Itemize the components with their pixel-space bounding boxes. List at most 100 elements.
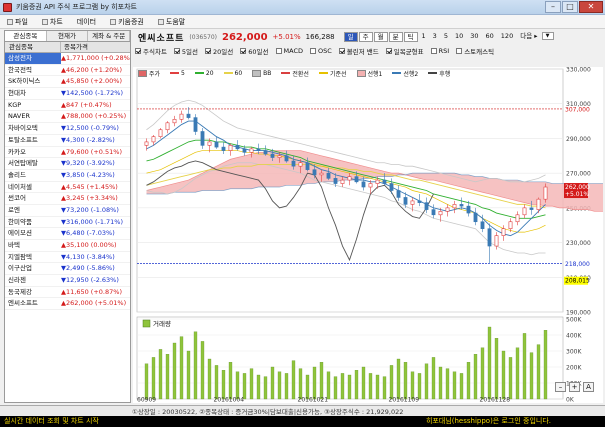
watchlist-row[interactable]: 이구산업 ▼2,490 (-5.86%) [5,263,130,276]
volume-bar [543,330,548,400]
indicator-label: 일목균형표 [393,48,424,56]
candle-body [424,202,429,210]
period-button[interactable]: 일 [343,32,358,42]
legend-swatch [428,72,438,74]
watchlist-row[interactable]: SK하이닉스 ▲45,850 (+2.00%) [5,76,130,89]
chart-icon [41,18,48,25]
watchlist-row[interactable]: 삼성전자 ▲1,771,000 (+0.28%) [5,53,130,65]
auto-scale-button[interactable]: A [583,382,594,392]
menu-chart[interactable]: 차트 [35,17,70,27]
watchlist-row[interactable]: 네이처셀 ▲4,545 (+1.45%) [5,182,130,194]
stock-name-cell: 차바이오텍 [8,124,38,133]
x-tick-label: 20161004 [214,397,245,404]
indicator-label: 주식차트 [143,48,167,56]
watchlist-row[interactable]: 지엘팜텍 ▼4,130 (-3.84%) [5,252,130,264]
watchlist-row[interactable]: 차바이오텍 ▼12,500 (-0.79%) [5,123,130,135]
indicator-checkbox[interactable]: MACD [275,47,303,55]
stock-price-cell: ▼12,950 (-2.63%) [61,276,119,285]
stock-price-cell: ▼73,200 (-1.08%) [61,205,119,214]
indicator-checkbox[interactable]: 20일선 [205,46,233,56]
maximize-button[interactable]: □ [562,1,578,13]
zoom-in-button[interactable]: + [569,382,580,392]
checkbox-icon [275,48,282,54]
minute-interval-button[interactable]: 5 [441,32,451,42]
minute-interval-button[interactable]: 30 [467,32,481,42]
stock-name-cell: 썬코어 [8,194,26,203]
stock-price-cell: ▲11,650 (+0.87%) [61,287,122,296]
status-message: 실시간 데이터 조회 및 차트 시작 [4,417,99,425]
indicator-checkbox[interactable]: 60일선 [240,46,269,56]
zoom-out-button[interactable]: – [555,382,566,392]
period-button[interactable]: 주 [358,32,373,42]
stock-price-cell: ▼4,130 (-3.84%) [61,252,115,261]
period-button[interactable]: 월 [373,32,388,42]
column-header-price[interactable]: 종목가격 [61,42,88,52]
legend-item: 5 [170,69,185,77]
watchlist-row[interactable]: 바텍 ▲35,100 (0.00%) [5,240,130,252]
candle-body [305,162,310,170]
indicator-checkbox[interactable]: OSC [309,47,332,55]
indicator-checkbox[interactable]: 5일선 [173,46,198,56]
period-button[interactable]: 틱 [403,32,418,42]
window-title: 키움증권 API 주식 프로그램 by 히포차트 [16,3,137,11]
indicator-checkbox[interactable]: 스토캐스틱 [456,46,494,56]
menu-kiwoom[interactable]: 키움증권 [103,17,151,27]
tab-current-price[interactable]: 현재가 [47,31,89,41]
volume-bar [403,362,408,400]
stock-name-cell: 이구산업 [8,264,32,273]
stock-price-cell: ▼2,490 (-5.86%) [61,264,115,273]
minute-interval-button[interactable]: 120 [498,32,516,42]
minute-interval-button[interactable]: 1 [419,32,429,42]
candle-body [494,235,499,247]
tab-watchlist[interactable]: 관심종목 [5,31,47,41]
volume-bar [354,370,359,400]
watchlist-row[interactable]: 한미약품 ▼316,000 (-1.71%) [5,217,130,229]
menu-file[interactable]: 파일 [0,17,35,27]
watchlist-row[interactable]: 로엔 ▼73,200 (-1.08%) [5,205,130,217]
minute-interval-button[interactable]: 10 [452,32,466,42]
period-button[interactable]: 분 [388,32,403,42]
column-header-name[interactable]: 관심종목 [5,42,61,52]
stock-name-cell: NAVER [8,112,30,121]
candle-body [270,153,275,158]
watchlist-row[interactable]: KGP ▲847 (+0.47%) [5,100,130,112]
x-tick-label: 20161128 [480,397,511,404]
indicator-checkbox[interactable]: 주식차트 [135,46,167,56]
watchlist-row[interactable]: 한국전력 ▲46,200 (+1.20%) [5,65,130,77]
indicator-checkbox[interactable]: 볼린저 밴드 [338,46,379,56]
candle-body [165,122,170,131]
stock-name-cell: 로엔 [8,205,20,214]
tab-account-order[interactable]: 계좌 & 주문 [88,31,131,41]
dropdown-icon[interactable]: ▼ [541,32,554,40]
checkbox-icon [430,48,437,54]
candle-body [361,181,366,188]
watchlist-row[interactable]: 솔리드 ▼3,850 (-4.23%) [5,170,130,182]
indicator-checkbox[interactable]: RSI [430,47,449,55]
watchlist-row[interactable]: 엔씨소프트 ▲262,000 (+5.01%) [5,298,130,311]
stock-name-cell: 서연탑메탈 [8,159,38,168]
watchlist-row[interactable]: 현대차 ▼142,500 (-1.72%) [5,88,130,100]
minimize-button[interactable]: – [545,1,561,13]
login-status: 히포대님(hesshippo)은 로그인 중입니다. [425,417,551,425]
watchlist-row[interactable]: 카카오 ▲79,600 (+0.51%) [5,147,130,159]
menu-help[interactable]: 도움말 [151,17,192,27]
minute-interval-button[interactable]: 60 [483,32,497,42]
indicator-checkbox[interactable]: 일목균형표 [385,46,424,56]
checkbox-icon [240,48,247,54]
volume-bar [522,333,527,400]
next-button[interactable]: 다음 ▸ [517,32,540,42]
candle-body [263,150,268,155]
watchlist-row[interactable]: 토탈소프트 ▼4,300 (-2.82%) [5,135,130,147]
close-button[interactable]: ✕ [579,1,603,13]
stock-chart[interactable]: 330,000310,000290,000270,000250,000230,0… [133,67,605,404]
candle-body [487,228,492,247]
watchlist-row[interactable]: 썬코어 ▲3,245 (+3.34%) [5,193,130,205]
watchlist-row[interactable]: 에이모션 ▼6,480 (-7.03%) [5,228,130,240]
menu-data[interactable]: 데이터 [70,17,103,27]
stock-name-cell: 카카오 [8,147,26,156]
watchlist-row[interactable]: NAVER ▲788,000 (+0.25%) [5,111,130,124]
minute-interval-button[interactable]: 3 [430,32,440,42]
watchlist-row[interactable]: 동국제강 ▲11,650 (+0.87%) [5,287,130,299]
watchlist-row[interactable]: 서연탑메탈 ▼9,320 (-3.92%) [5,158,130,170]
watchlist-row[interactable]: 신라젠 ▼12,950 (-2.63%) [5,275,130,287]
